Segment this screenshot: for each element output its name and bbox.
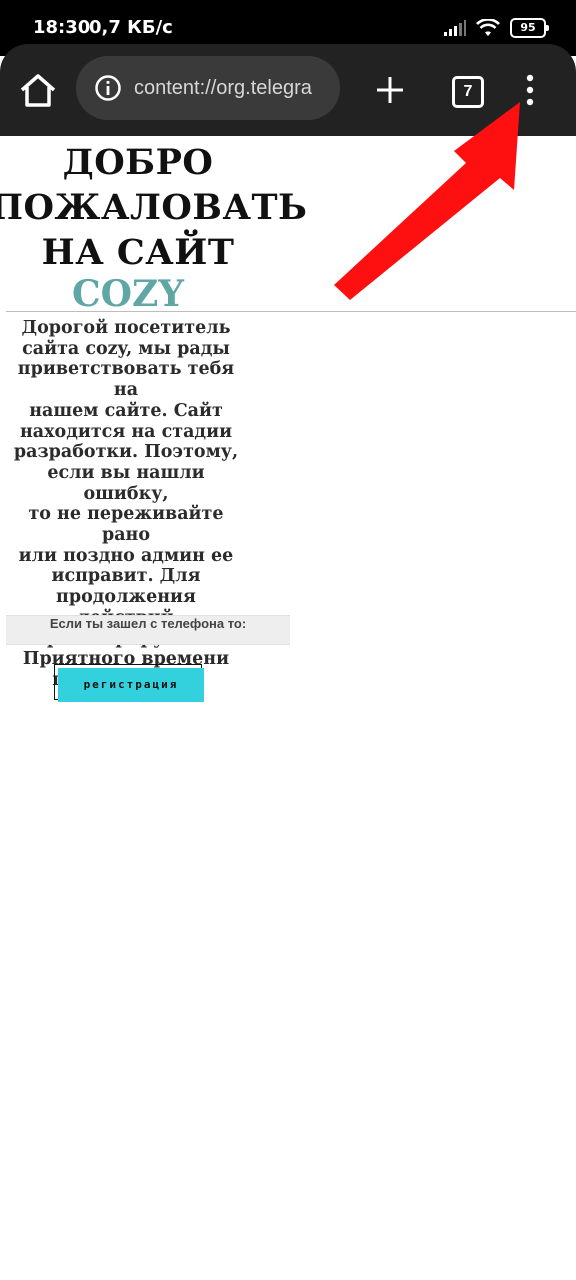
welcome-title: ДОБРО ПОЖАЛОВАТЬ НА САЙТ <box>0 140 308 275</box>
red-arrow-annotation <box>334 102 520 300</box>
status-icons: 95 <box>444 18 549 38</box>
status-time: 18:30 <box>33 17 91 38</box>
status-net-speed: 0,7 КБ/с <box>89 17 173 38</box>
wifi-icon <box>476 19 500 36</box>
message-line: сайта cozy, мы рады <box>22 338 230 359</box>
message-line: нашем сайте. Сайт <box>29 400 223 421</box>
address-bar[interactable]: content://org.telegra <box>76 56 340 120</box>
welcome-line: НА САЙТ <box>41 232 235 273</box>
register-button[interactable]: регистрация <box>58 668 204 702</box>
message-line: если вы нашли ошибку, <box>47 462 205 504</box>
divider <box>6 311 576 312</box>
register-button-wrapper: регистрация <box>54 664 204 702</box>
info-icon[interactable] <box>94 74 122 102</box>
message-line: находится на стадии <box>19 421 233 442</box>
battery-icon: 95 <box>510 18 549 38</box>
phone-note: Если ты зашел с телефона то: <box>6 615 290 645</box>
url-text[interactable]: content://org.telegra <box>134 77 330 100</box>
welcome-line: ПОЖАЛОВАТЬ <box>0 187 308 228</box>
message-line: или поздно админ ее <box>18 545 234 566</box>
brand-name: COZY <box>72 273 184 315</box>
message-line: то не переживайте рано <box>28 504 224 546</box>
welcome-heading: ДОБРО ПОЖАЛОВАТЬ НА САЙТ COZY <box>0 140 307 315</box>
message-line: приветствовать тебя на <box>17 359 235 401</box>
welcome-line: ДОБРО <box>62 142 214 183</box>
home-icon[interactable] <box>18 72 58 108</box>
message-line: Дорогой посетитель <box>21 318 231 338</box>
message-line: исправит. Для <box>51 566 201 587</box>
signal-icon <box>444 20 466 36</box>
message-line: разработки. Поэтому, <box>13 442 239 463</box>
